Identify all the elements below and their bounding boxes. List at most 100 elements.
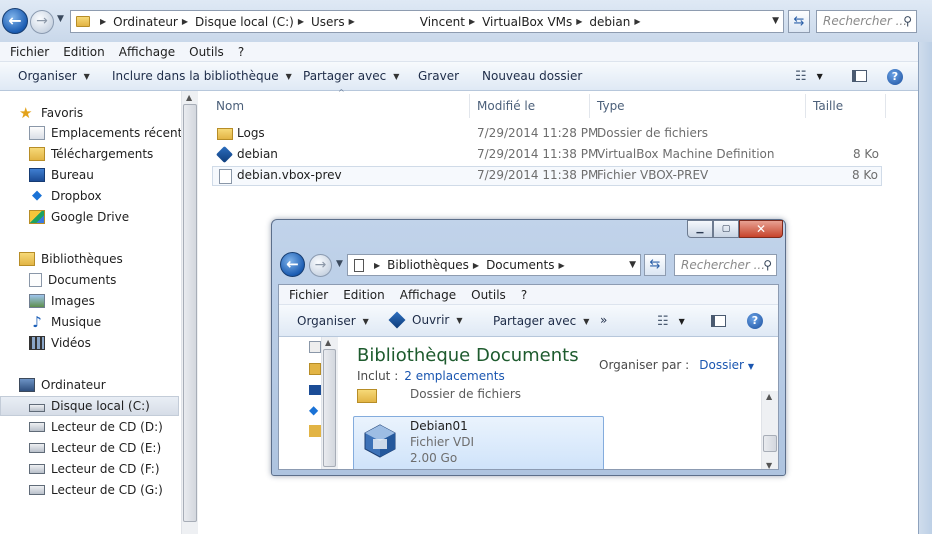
- view-options-button[interactable]: ☷ ▼: [657, 312, 685, 330]
- forward-arrow-icon[interactable]: →: [309, 254, 332, 277]
- scroll-up-icon[interactable]: ▲: [325, 338, 331, 347]
- menu-affichage[interactable]: Affichage: [400, 288, 456, 302]
- scroll-thumb[interactable]: [323, 349, 336, 467]
- forward-arrow-icon[interactable]: →: [30, 10, 54, 34]
- menu-outils[interactable]: Outils: [189, 45, 224, 59]
- preview-pane-button[interactable]: [852, 67, 867, 85]
- preview-pane-button[interactable]: [711, 312, 726, 330]
- file-row[interactable]: Logs 7/29/2014 11:28 PM Dossier de fichi…: [212, 124, 882, 144]
- nav-cd-f[interactable]: Lecteur de CD (F:): [29, 459, 179, 479]
- menu-help[interactable]: ?: [238, 45, 244, 59]
- nav-local-disk[interactable]: Disque local (C:): [0, 396, 179, 416]
- address-dropdown-icon[interactable]: ▼: [772, 16, 779, 26]
- history-dropdown-icon[interactable]: ▼: [336, 259, 343, 269]
- nav-google-drive[interactable]: Google Drive: [29, 207, 179, 227]
- column-name[interactable]: Nom: [214, 94, 470, 118]
- share-button[interactable]: Partager avec ▼: [493, 314, 589, 328]
- column-size[interactable]: Taille: [806, 94, 886, 118]
- help-button[interactable]: ?: [887, 68, 903, 86]
- arrange-dropdown[interactable]: Dossier ▼: [699, 358, 754, 372]
- nav-music[interactable]: ♪ Musique: [29, 312, 179, 332]
- refresh-icon[interactable]: ⇆: [644, 254, 666, 276]
- content-scrollbar[interactable]: ▲ ▼: [761, 391, 778, 469]
- nav-images[interactable]: Images: [29, 291, 179, 311]
- column-modified[interactable]: Modifié le: [470, 94, 590, 118]
- chevron-right-icon[interactable]: ▶: [374, 261, 380, 270]
- chevron-right-icon[interactable]: ▶: [100, 17, 106, 26]
- nav-documents[interactable]: Documents: [29, 270, 179, 290]
- nav-libraries[interactable]: Bibliothèques: [19, 249, 179, 269]
- close-icon[interactable]: ✕: [739, 220, 783, 238]
- nav-downloads[interactable]: Téléchargements: [29, 144, 179, 164]
- maximize-icon[interactable]: ▢: [713, 220, 739, 238]
- search-input[interactable]: Rechercher ... ⚲: [674, 254, 777, 276]
- open-button[interactable]: Ouvrir ▼: [388, 311, 463, 329]
- chevron-right-icon[interactable]: ▶: [349, 17, 355, 26]
- chevron-right-icon[interactable]: ▶: [634, 17, 640, 26]
- breadcrumb-disque[interactable]: Disque local (C:): [195, 15, 294, 29]
- minimize-icon[interactable]: ▁: [687, 220, 713, 238]
- menu-fichier[interactable]: Fichier: [289, 288, 328, 302]
- nav-videos[interactable]: Vidéos: [29, 333, 179, 353]
- nav-recent-places[interactable]: Emplacements récents: [29, 123, 189, 143]
- file-tile-selected[interactable]: Debian01 Fichier VDI 2.00 Go: [353, 416, 604, 469]
- back-arrow-icon[interactable]: ←: [2, 8, 28, 34]
- more-commands-button[interactable]: »: [600, 313, 607, 327]
- search-input[interactable]: Rechercher ... ⚲: [816, 10, 917, 33]
- menu-help[interactable]: ?: [521, 288, 527, 302]
- view-options-button[interactable]: ☷ ▼: [795, 67, 823, 85]
- share-button[interactable]: Partager avec ▼: [303, 69, 399, 83]
- column-type[interactable]: Type: [590, 94, 806, 118]
- refresh-icon[interactable]: ⇆: [788, 10, 810, 33]
- file-row[interactable]: debian 7/29/2014 11:38 PM VirtualBox Mac…: [212, 145, 882, 165]
- chevron-right-icon[interactable]: ▶: [298, 17, 304, 26]
- burn-button[interactable]: Graver: [418, 69, 459, 83]
- history-dropdown-icon[interactable]: ▼: [57, 14, 64, 24]
- breadcrumb-ordinateur[interactable]: Ordinateur: [113, 15, 178, 29]
- chevron-right-icon[interactable]: ▶: [473, 261, 479, 270]
- back-arrow-icon[interactable]: ←: [280, 252, 305, 277]
- menu-affichage[interactable]: Affichage: [119, 45, 175, 59]
- address-bar[interactable]: ▶ Bibliothèques ▶ Documents ▶ ▼: [347, 254, 641, 276]
- search-icon[interactable]: ⚲: [903, 11, 912, 32]
- nav-cd-g[interactable]: Lecteur de CD (G:): [29, 480, 179, 500]
- nav-cd-d[interactable]: Lecteur de CD (D:): [29, 417, 179, 437]
- chevron-right-icon[interactable]: ▶: [576, 17, 582, 26]
- dropbox-icon: ◆: [309, 403, 319, 417]
- breadcrumb-vincent[interactable]: Vincent: [420, 15, 465, 29]
- nav-scrollbar[interactable]: ▲: [181, 91, 198, 534]
- nav-desktop[interactable]: Bureau: [29, 165, 179, 185]
- scroll-down-icon[interactable]: ▼: [766, 461, 772, 469]
- include-locations-link[interactable]: 2 emplacements: [404, 369, 504, 383]
- address-dropdown-icon[interactable]: ▼: [629, 260, 636, 270]
- include-library-button[interactable]: Inclure dans la bibliothèque ▼: [112, 69, 292, 83]
- nav-computer[interactable]: Ordinateur: [19, 375, 179, 395]
- nav-cd-e[interactable]: Lecteur de CD (E:): [29, 438, 179, 458]
- address-bar[interactable]: ▶ Ordinateur ▶ Disque local (C:) ▶ Users ▶ V…: [70, 10, 784, 33]
- nav-scrollbar[interactable]: ▲: [322, 337, 338, 469]
- chevron-right-icon[interactable]: ▶: [182, 17, 188, 26]
- menu-edition[interactable]: Edition: [343, 288, 385, 302]
- breadcrumb-documents[interactable]: Documents: [486, 258, 554, 272]
- chevron-right-icon[interactable]: ▶: [469, 17, 475, 26]
- file-row[interactable]: debian.vbox-prev 7/29/2014 11:38 PM Fich…: [212, 166, 882, 186]
- scroll-up-icon[interactable]: ▲: [186, 93, 192, 102]
- breadcrumb-libraries[interactable]: Bibliothèques: [387, 258, 469, 272]
- nav-dropbox[interactable]: ◆ Dropbox: [29, 186, 179, 206]
- nav-favorites[interactable]: ★ Favoris: [19, 103, 179, 123]
- organize-button[interactable]: Organiser ▼: [18, 69, 90, 83]
- help-button[interactable]: ?: [747, 312, 763, 330]
- menu-fichier[interactable]: Fichier: [10, 45, 49, 59]
- breadcrumb-users[interactable]: Users: [311, 15, 345, 29]
- breadcrumb-debian[interactable]: debian: [589, 15, 630, 29]
- menu-edition[interactable]: Edition: [63, 45, 105, 59]
- scroll-thumb[interactable]: [183, 104, 197, 522]
- menu-outils[interactable]: Outils: [471, 288, 506, 302]
- breadcrumb-vbox[interactable]: VirtualBox VMs: [482, 15, 572, 29]
- scroll-thumb[interactable]: [763, 435, 777, 452]
- search-icon[interactable]: ⚲: [763, 255, 772, 275]
- organize-button[interactable]: Organiser ▼: [297, 314, 369, 328]
- chevron-right-icon[interactable]: ▶: [558, 261, 564, 270]
- scroll-up-icon[interactable]: ▲: [766, 392, 772, 401]
- new-folder-button[interactable]: Nouveau dossier: [482, 69, 582, 83]
